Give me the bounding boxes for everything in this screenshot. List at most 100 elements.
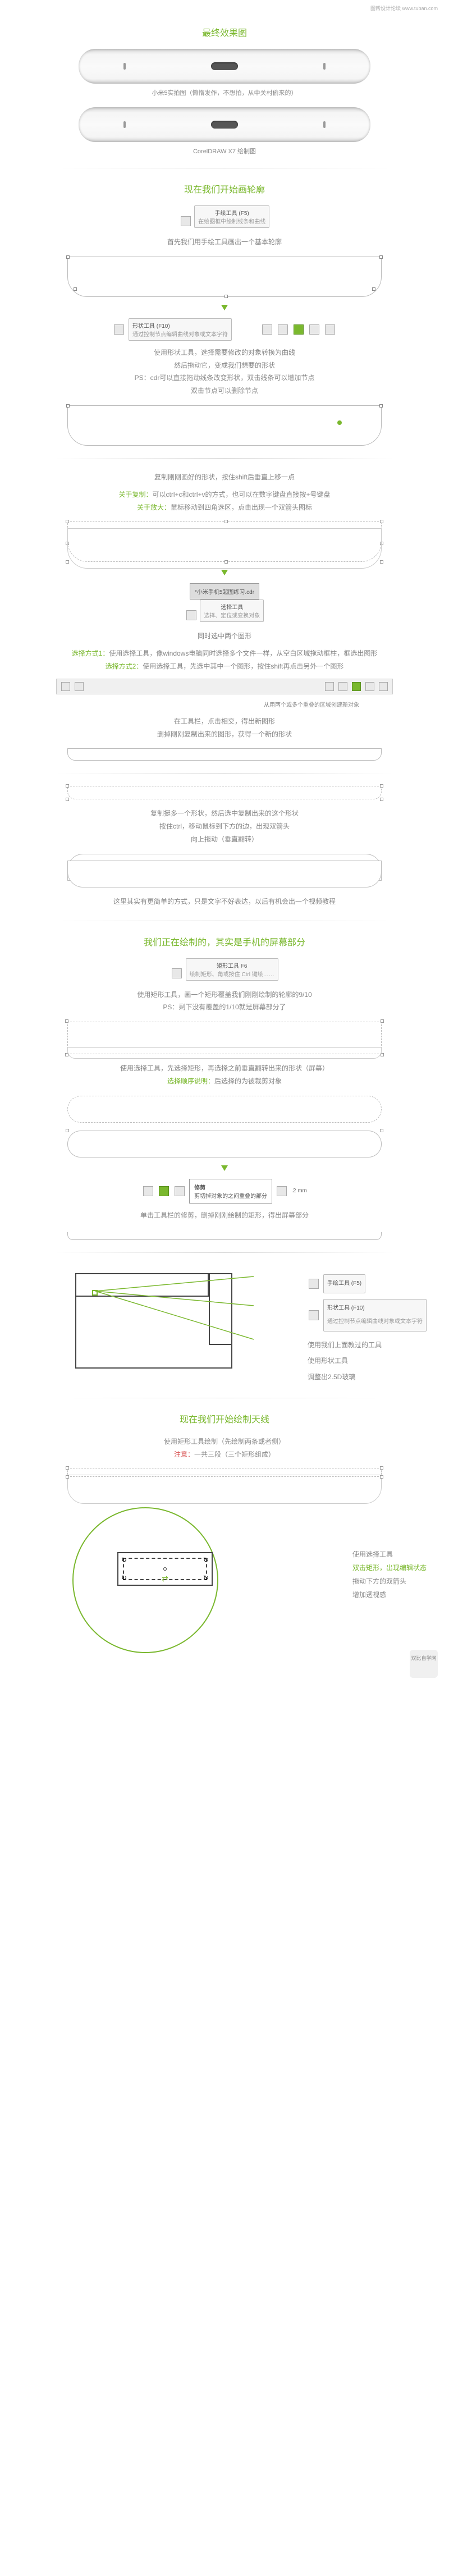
- active-node-icon: [337, 420, 342, 425]
- section6-title: 我们正在绘制的，其实是手机的屏幕部分: [22, 935, 427, 948]
- node-icon: [224, 295, 228, 298]
- convert-curve-icon[interactable]: [294, 324, 304, 335]
- rect-outer: ↻ ↻ ↻ ↻ ⇄: [117, 1552, 213, 1586]
- node-icon: [379, 404, 383, 408]
- cover-diagram: [67, 1022, 382, 1054]
- instruction: 首先我们用手绘工具画出一个基本轮廓: [22, 236, 427, 249]
- section8-title: 现在我们开始绘制天线: [22, 1412, 427, 1425]
- instruction: 在工具栏，点击相交，得出新图形 删掉刚刚复制出来的图形，获得一个新的形状: [22, 715, 427, 741]
- handle-icon: [66, 1475, 69, 1479]
- toolbar-icon[interactable]: [61, 682, 70, 691]
- handle-icon: [66, 784, 69, 788]
- screen-result: [67, 1232, 382, 1240]
- toolbar-icon[interactable]: [277, 1186, 287, 1196]
- footer: 双比自学网: [0, 1639, 449, 1689]
- handle-icon: [381, 1019, 384, 1023]
- handle-icon: [380, 520, 383, 523]
- antenna-diagram: [67, 1468, 382, 1504]
- handle-icon: [380, 798, 383, 801]
- tool-label: 形状工具 (F10)通过控制节点编辑曲线对象或文本字符: [323, 1299, 427, 1332]
- under-shape: [67, 1047, 382, 1059]
- shape-tool-icon[interactable]: [114, 324, 124, 335]
- instruction: 双击矩形，出现编辑状态: [352, 1564, 427, 1572]
- usb-port-icon: [211, 62, 238, 70]
- instruction: 增加透视感: [352, 1588, 427, 1602]
- result-shape: [67, 748, 382, 761]
- instruction: 使用选择工具，先选择矩形，再选择之前垂直翻转出来的形状（屏幕） 选择顺序说明：后…: [22, 1062, 427, 1088]
- tool-tooltip: 选择工具选择、定位或变换对象: [200, 600, 264, 622]
- tool-hand-panel: 手绘工具 (F5)在绘图框中绘制线条和曲线: [22, 205, 427, 228]
- instruction: 同时选中两个图形: [22, 630, 427, 643]
- divider: [56, 1252, 393, 1253]
- toolbar-icon[interactable]: [262, 324, 272, 335]
- arrow-down-icon: [221, 570, 228, 575]
- handle-icon: [66, 1466, 69, 1470]
- instruction: 关于复制：可以ctrl+c和ctrl+v的方式，也可以在数字键盘直接按+号键盘 …: [22, 488, 427, 514]
- outline-curved: [67, 405, 382, 446]
- tool-tooltip: 矩形工具 F6绘制矩形、角或按住 Ctrl 键绘……: [186, 958, 278, 981]
- handle-icon: [380, 1475, 383, 1479]
- handle-icon: [65, 1019, 68, 1023]
- toolbar-icon[interactable]: [379, 682, 388, 691]
- glass-instructions: 手绘工具 (F5) 形状工具 (F10)通过控制节点编辑曲线对象或文本字符 使用…: [308, 1265, 427, 1385]
- instruction: 使用矩形工具绘制（先绘制两条或者侧） 注意：一共三段（三个矩形组成）: [22, 1435, 427, 1461]
- rect-tool-icon[interactable]: [172, 968, 182, 978]
- shape-toolbar: 形状工具 (F10)通过控制节点编辑曲线对象或文本字符: [22, 318, 427, 341]
- guide-lines: [74, 1272, 265, 1373]
- instruction: 拖动下方的双箭头: [352, 1575, 427, 1588]
- toolbar-icon[interactable]: [325, 682, 334, 691]
- instruction: 复制刚刚画好的形状，按住shift后垂直上移一点: [22, 471, 427, 484]
- node-icon: [372, 287, 375, 291]
- stroke-width: .2 mm: [291, 1188, 307, 1194]
- handle-icon: [224, 520, 228, 523]
- rotate-handle-icon: ↻: [121, 1556, 127, 1564]
- divider: [56, 458, 393, 459]
- file-tab: *小米手机5起图练习.cdr: [190, 583, 259, 600]
- instruction: 调整出2.5D玻璃: [308, 1369, 427, 1385]
- instruction: 使用形状工具，选择需要修改的对象转换为曲线 然后拖动它，变成我们想要的形状 PS…: [22, 346, 427, 397]
- divider: [56, 773, 393, 774]
- instruction: 使用矩形工具，画一个矩形覆盖我们刚刚绘制的轮廓的9/10 PS：剩下没有覆盖的1…: [22, 989, 427, 1014]
- node-icon: [74, 287, 77, 291]
- arrow-down-icon: [221, 305, 228, 310]
- perspective-section: ↻ ↻ ↻ ↻ ⇄ 使用选择工具 双击矩形，出现编辑状态 拖动下方的双箭头 增加…: [22, 1511, 427, 1639]
- trim-toolbar: 修剪剪切掉对象的之间重叠的部分 .2 mm: [22, 1179, 427, 1204]
- copy-shape: [67, 786, 382, 799]
- duplicate-diagram: [67, 521, 382, 562]
- shape-tool-icon[interactable]: [309, 1310, 319, 1320]
- antenna-rect: [67, 1468, 382, 1477]
- main-container: 最终效果图 小米5实拍图（懒惰发作，不想拍，从中关村偷来的） CorelDRAW…: [0, 25, 449, 1639]
- toolbar-icon[interactable]: [143, 1186, 153, 1196]
- outline-original: [67, 528, 382, 569]
- toolbar-icon[interactable]: [325, 324, 335, 335]
- instruction: 选择方式1：使用选择工具，像windows电脑同时选择多个文件一样，从空白区域拖…: [22, 647, 427, 673]
- toolbar-icon[interactable]: [338, 682, 347, 691]
- handle-icon: [380, 560, 383, 564]
- drawing-caption: CorelDRAW X7 绘制图: [22, 147, 427, 155]
- top-source-label: 图帮设计论坛 www.tuban.com: [0, 0, 449, 12]
- phone-photo: [79, 49, 370, 84]
- toolbar-icon[interactable]: [175, 1186, 185, 1196]
- instruction: 复制挺多一个形状，然后选中复制出来的这个形状 按住ctrl，移动鼠标到下方的边，…: [22, 807, 427, 845]
- trim-icon[interactable]: [159, 1186, 169, 1196]
- instruction: 单击工具栏的修剪，删掉刚刚绘制的矩形，得出屏幕部分: [22, 1209, 427, 1222]
- hand-draw-tool-icon[interactable]: [181, 216, 191, 226]
- select-order-2: [67, 1131, 382, 1157]
- select-tool-icon[interactable]: [186, 610, 196, 620]
- toolbar-icon[interactable]: [309, 324, 319, 335]
- intersect-icon[interactable]: [352, 682, 361, 691]
- toolbar-icon[interactable]: [365, 682, 374, 691]
- toolbar-icon[interactable]: [75, 682, 84, 691]
- tool-select-panel: *小米手机5起图练习.cdr 选择工具选择、定位或变换对象: [22, 583, 427, 622]
- toolbar-icon[interactable]: [278, 324, 288, 335]
- trim-tooltip: 修剪剪切掉对象的之间重叠的部分: [189, 1179, 272, 1204]
- hand-draw-tool-icon[interactable]: [309, 1279, 319, 1289]
- handle-icon: [380, 784, 383, 788]
- outline-sketch: [67, 257, 382, 297]
- perspective-instructions: 使用选择工具 双击矩形，出现编辑状态 拖动下方的双箭头 增加透视感: [352, 1548, 427, 1602]
- photo-caption: 小米5实拍图（懒惰发作，不想拍，从中关村偷来的）: [22, 88, 427, 97]
- section1-title: 最终效果图: [22, 25, 427, 39]
- instruction: 使用形状工具: [308, 1353, 427, 1369]
- instruction: 使用选择工具: [352, 1548, 427, 1561]
- select-order-1: [67, 1096, 382, 1123]
